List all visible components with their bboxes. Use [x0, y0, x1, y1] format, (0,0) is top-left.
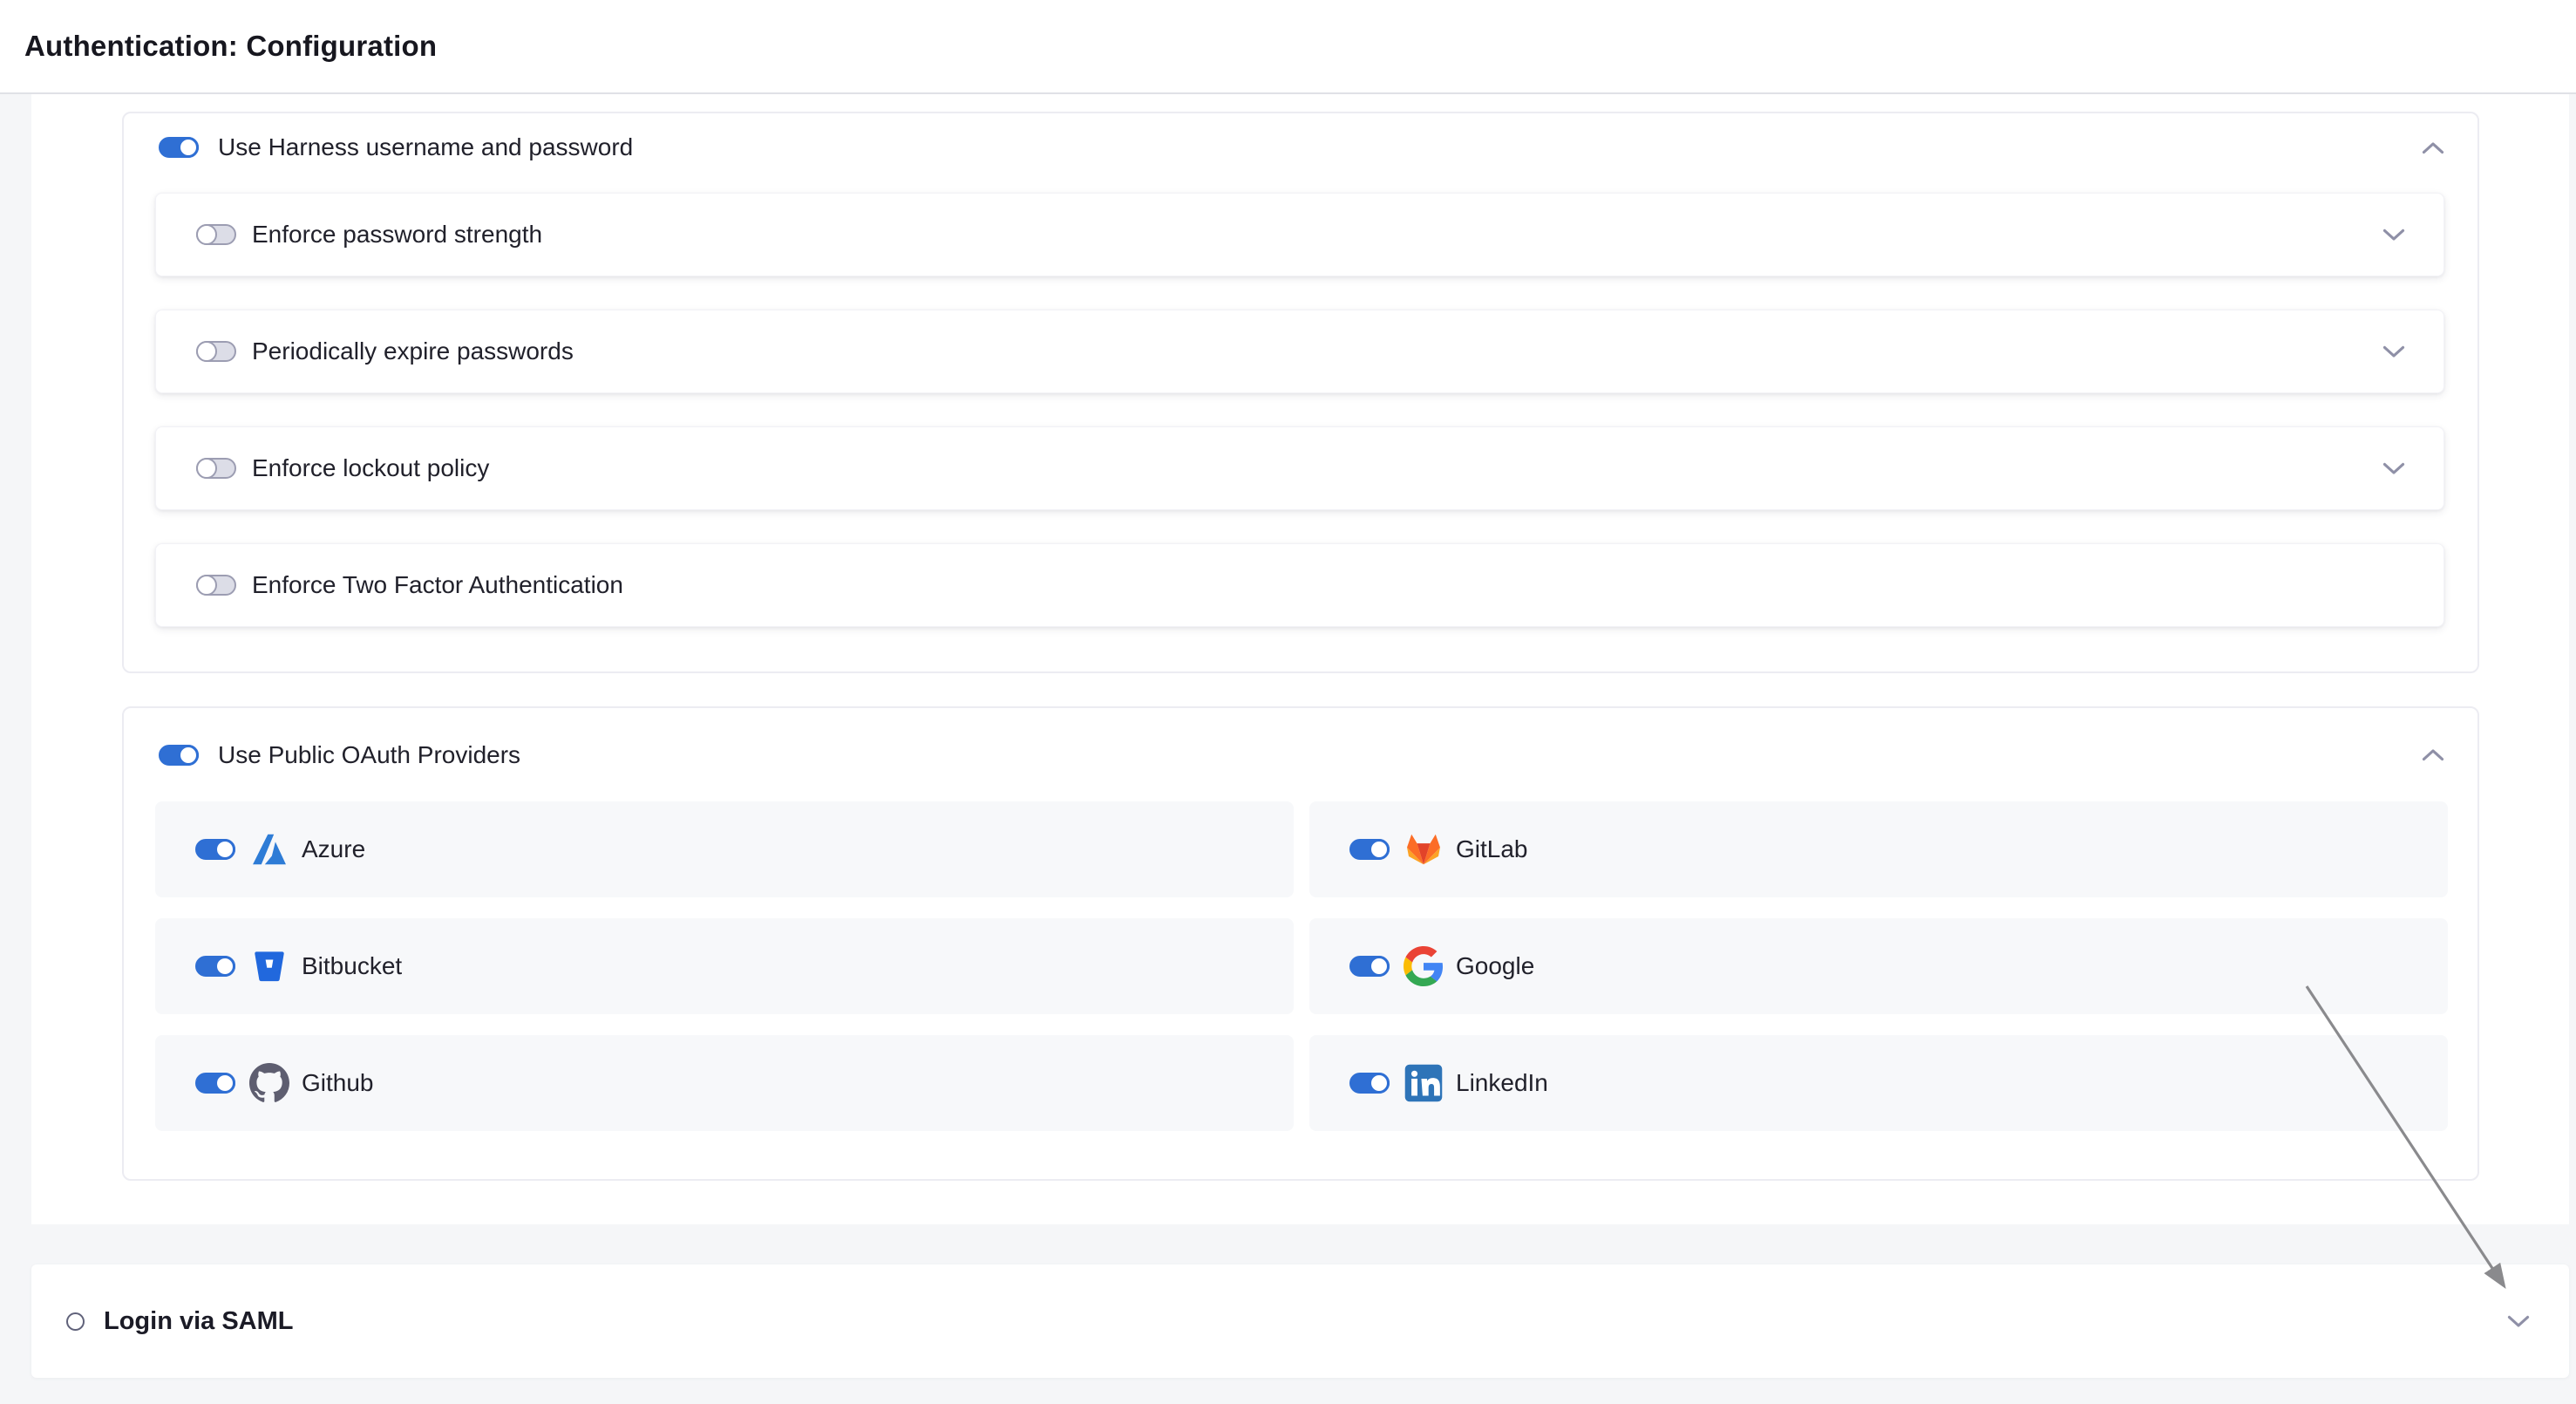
section-oauth-header[interactable]: Use Public OAuth Providers [155, 708, 2444, 801]
username-password-toggle[interactable] [159, 137, 199, 158]
saml-label: Login via SAML [104, 1307, 294, 1336]
provider-label: LinkedIn [1456, 1069, 1548, 1097]
saml-radio[interactable] [66, 1312, 85, 1331]
bitbucket-toggle[interactable] [195, 956, 235, 977]
provider-label: Bitbucket [302, 952, 402, 980]
toggle-knob [178, 137, 199, 158]
provider-row-google: Google [1309, 918, 2448, 1014]
toggle-knob [196, 458, 217, 479]
toggle-knob [196, 224, 217, 245]
toggle-knob [214, 1073, 235, 1094]
google-icon [1404, 946, 1444, 986]
chevron-down-icon[interactable] [2382, 462, 2405, 475]
provider-row-gitlab: GitLab [1309, 801, 2448, 897]
provider-label: Google [1456, 952, 1534, 980]
password-policy-rows: Enforce password strength Periodically e… [155, 193, 2444, 627]
row-label: Enforce lockout policy [252, 454, 489, 482]
linkedin-icon [1404, 1063, 1444, 1103]
section-username-password-header[interactable]: Use Harness username and password [155, 113, 2444, 181]
gitlab-toggle[interactable] [1349, 839, 1390, 860]
oauth-providers-toggle[interactable] [159, 745, 199, 766]
chevron-down-icon[interactable] [2507, 1315, 2530, 1328]
provider-label: Github [302, 1069, 374, 1097]
toggle-knob [196, 341, 217, 362]
azure-icon [249, 829, 289, 869]
page-title: Authentication: Configuration [24, 30, 437, 63]
section-label: Use Public OAuth Providers [218, 741, 520, 769]
github-toggle[interactable] [195, 1073, 235, 1094]
auth-settings-panel: Use Harness username and password Enforc… [31, 94, 2569, 1224]
linkedin-toggle[interactable] [1349, 1073, 1390, 1094]
chevron-up-icon[interactable] [2422, 141, 2444, 154]
section-login-via-saml[interactable]: Login via SAML [31, 1264, 2569, 1378]
row-label: Periodically expire passwords [252, 337, 574, 365]
oauth-providers-grid: Azure GitLab [155, 801, 2444, 1131]
toggle-knob [1369, 839, 1390, 860]
row-label: Enforce password strength [252, 221, 542, 249]
expire-passwords-toggle[interactable] [196, 341, 236, 362]
gitlab-icon [1404, 829, 1444, 869]
two-factor-toggle[interactable] [196, 575, 236, 596]
chevron-up-icon[interactable] [2422, 748, 2444, 761]
row-two-factor-auth[interactable]: Enforce Two Factor Authentication [155, 543, 2444, 627]
row-lockout-policy[interactable]: Enforce lockout policy [155, 426, 2444, 510]
provider-label: Azure [302, 835, 365, 863]
toggle-knob [196, 575, 217, 596]
provider-row-github: Github [155, 1035, 1294, 1131]
section-username-password: Use Harness username and password Enforc… [122, 112, 2479, 673]
row-expire-passwords[interactable]: Periodically expire passwords [155, 310, 2444, 393]
toggle-knob [178, 745, 199, 766]
github-icon [249, 1063, 289, 1103]
provider-row-linkedin: LinkedIn [1309, 1035, 2448, 1131]
chevron-down-icon[interactable] [2382, 345, 2405, 358]
azure-toggle[interactable] [195, 839, 235, 860]
bitbucket-icon [249, 946, 289, 986]
toggle-knob [1369, 956, 1390, 977]
toggle-knob [1369, 1073, 1390, 1094]
chevron-down-icon[interactable] [2382, 228, 2405, 242]
provider-label: GitLab [1456, 835, 1528, 863]
lockout-policy-toggle[interactable] [196, 458, 236, 479]
google-toggle[interactable] [1349, 956, 1390, 977]
toggle-knob [214, 956, 235, 977]
page-header: Authentication: Configuration [0, 0, 2576, 94]
toggle-knob [214, 839, 235, 860]
section-oauth-providers: Use Public OAuth Providers Azure [122, 706, 2479, 1181]
row-label: Enforce Two Factor Authentication [252, 571, 623, 599]
password-strength-toggle[interactable] [196, 224, 236, 245]
provider-row-azure: Azure [155, 801, 1294, 897]
provider-row-bitbucket: Bitbucket [155, 918, 1294, 1014]
section-label: Use Harness username and password [218, 133, 633, 161]
row-enforce-password-strength[interactable]: Enforce password strength [155, 193, 2444, 276]
